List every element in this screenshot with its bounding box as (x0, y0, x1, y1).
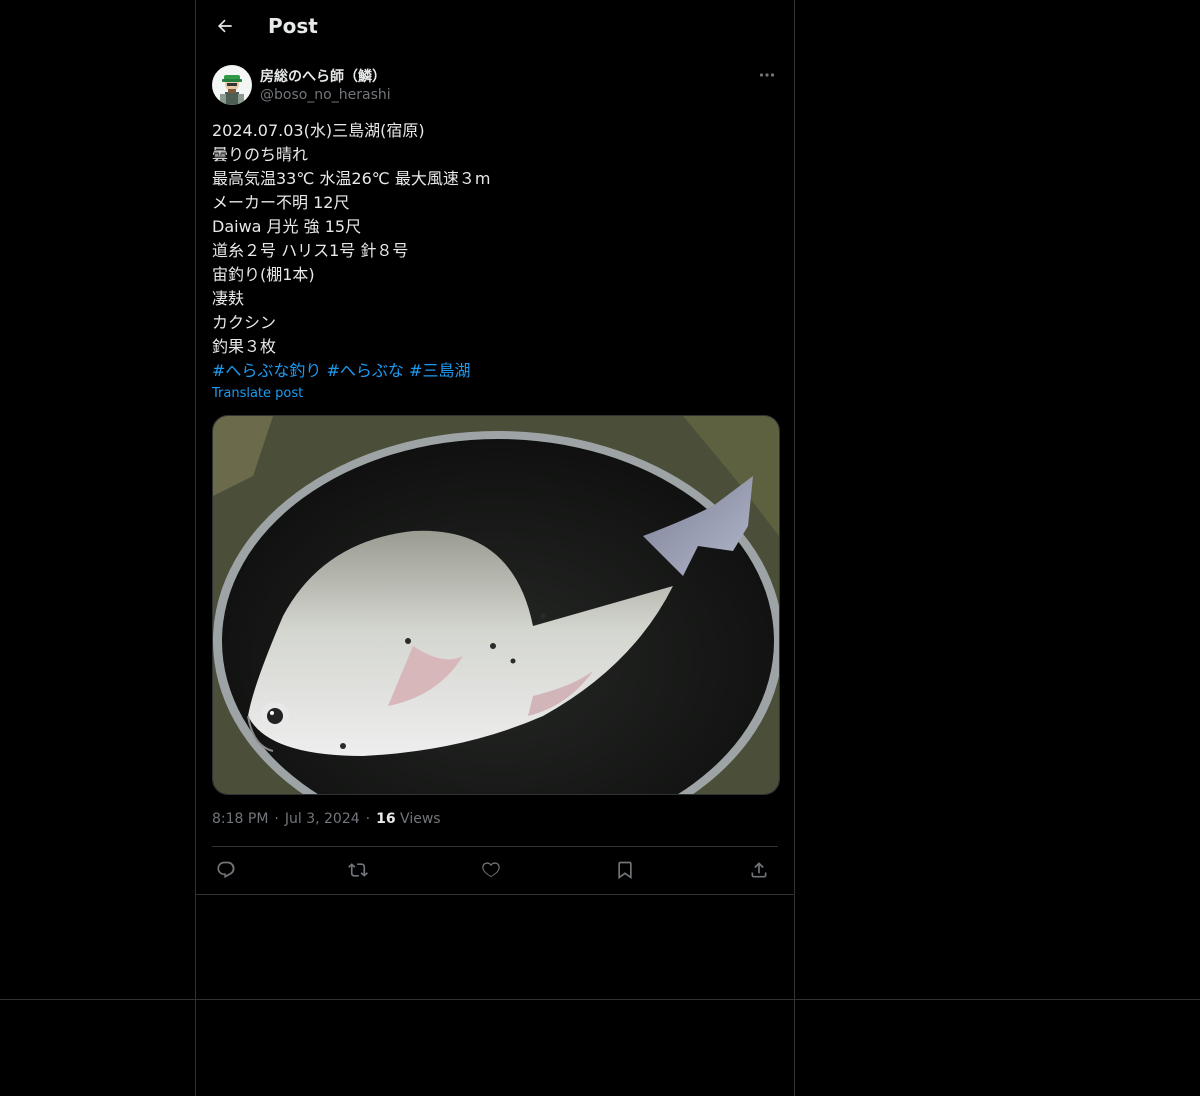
views-label: Views (400, 811, 441, 827)
post-author: 房総のへら師（鱗） @boso_no_herashi (212, 65, 778, 109)
repost-button[interactable] (344, 858, 372, 882)
post-text-line: メーカー不明 12尺 (212, 193, 350, 212)
share-icon (751, 862, 767, 878)
like-button[interactable] (477, 858, 505, 882)
hashtag-link[interactable]: #三島湖 (409, 361, 470, 380)
fish-photo (213, 416, 779, 794)
author-display-name[interactable]: 房総のへら師（鱗） (260, 66, 386, 86)
hashtag-link[interactable]: #へらぶな釣り (212, 361, 321, 380)
post-text: 2024.07.03(水)三島湖(宿原) 曇りのち晴れ 最高気温33℃ 水温26… (212, 119, 778, 383)
meta-separator: · (365, 811, 371, 827)
share-button[interactable] (745, 858, 773, 882)
post-meta: 8:18 PM · Jul 3, 2024 · 16 Views (212, 811, 441, 827)
post-text-line: 最高気温33℃ 水温26℃ 最大風速３m (212, 169, 491, 188)
more-options-button[interactable] (756, 65, 778, 85)
post-date[interactable]: Jul 3, 2024 (285, 811, 360, 827)
post-text-line: カクシン (212, 313, 277, 332)
post-text-line: 凄麸 (212, 289, 245, 308)
reply-button[interactable] (212, 858, 240, 882)
meta-separator: · (274, 811, 279, 827)
views-count: 16 (376, 811, 396, 827)
post-image[interactable] (212, 415, 780, 795)
more-options-icon (759, 73, 775, 77)
page-title: Post (268, 14, 318, 38)
avatar[interactable] (212, 65, 252, 105)
post-text-line: 釣果３枚 (212, 337, 277, 356)
bookmark-icon (618, 861, 632, 880)
repost-icon (348, 863, 368, 877)
user-avatar-icon (212, 65, 252, 105)
post-actions (212, 856, 778, 884)
post-text-line: Daiwa 月光 強 15尺 (212, 217, 362, 236)
post-bottom-divider (196, 894, 794, 895)
post-text-line: 2024.07.03(水)三島湖(宿原) (212, 121, 425, 140)
primary-column: Post 房総のへら師（鱗） @boso_no_herashi 2024.07.… (195, 0, 795, 1096)
reply-icon (217, 861, 235, 879)
hashtag-list: #へらぶな釣り #へらぶな #三島湖 (212, 359, 778, 383)
post-header: Post (196, 0, 794, 54)
bookmark-button[interactable] (611, 858, 639, 882)
translate-post-link[interactable]: Translate post (212, 386, 303, 401)
author-handle[interactable]: @boso_no_herashi (260, 87, 391, 103)
back-button[interactable] (208, 9, 242, 43)
hashtag-link[interactable]: #へらぶな (327, 361, 404, 380)
divider (212, 846, 778, 847)
post-text-line: 曇りのち晴れ (212, 145, 309, 164)
post-text-line: 道糸２号 ハリス1号 針８号 (212, 241, 409, 260)
like-icon (482, 862, 500, 878)
post-text-line: 宙釣り(棚1本) (212, 265, 315, 284)
back-arrow-icon (217, 19, 232, 33)
post-time[interactable]: 8:18 PM (212, 811, 268, 827)
